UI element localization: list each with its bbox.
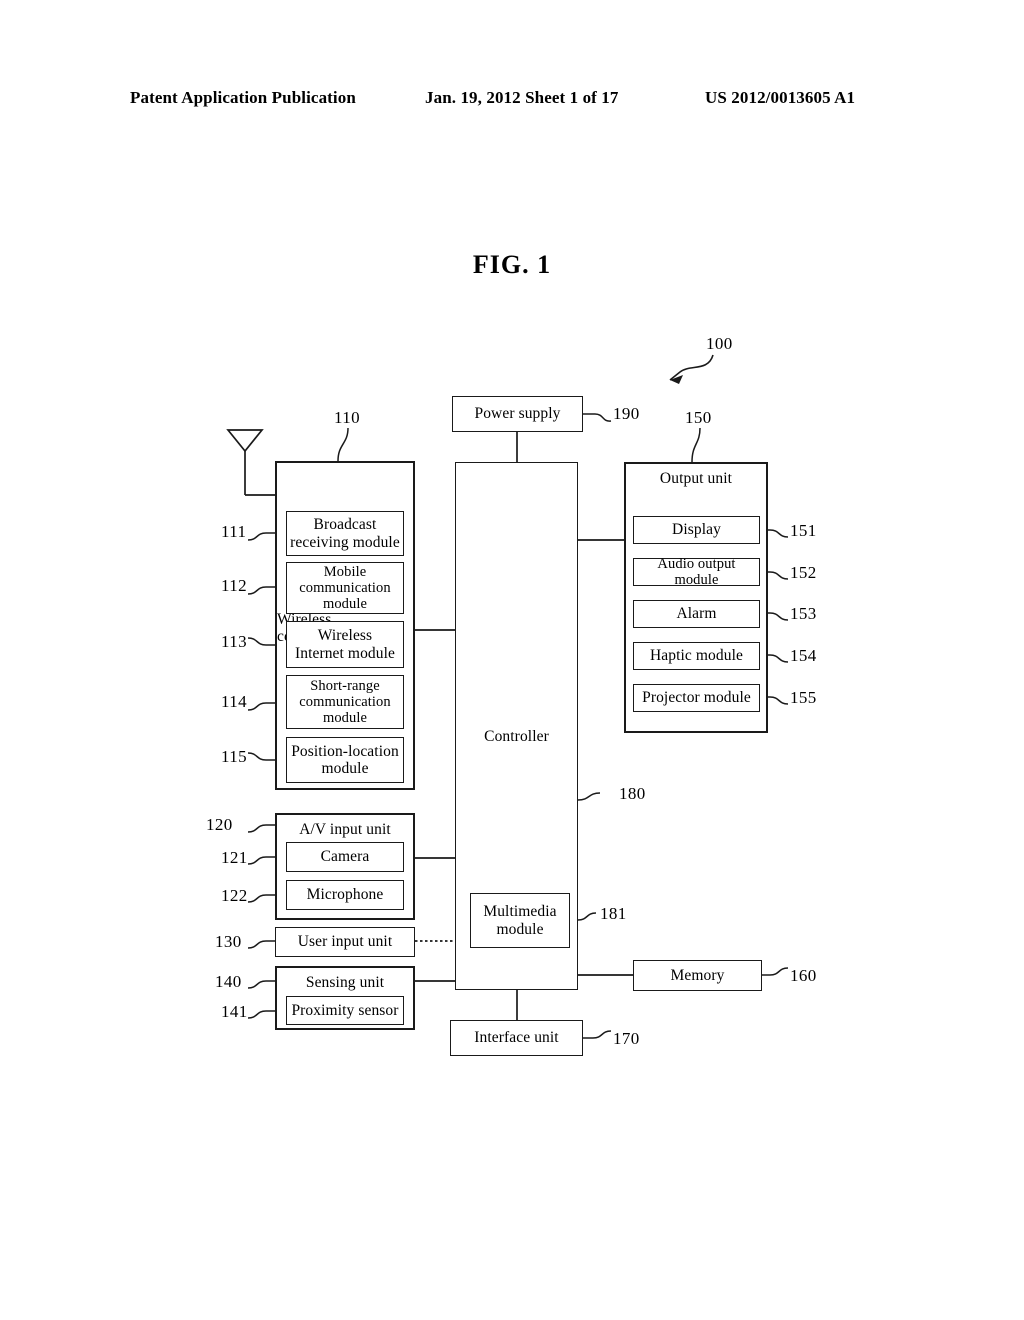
- av-input-unit-label: A/V input unit: [299, 821, 391, 838]
- block-alarm: Alarm: [633, 600, 760, 628]
- ref-140: 140: [215, 972, 242, 991]
- ref-121: 121: [221, 848, 248, 867]
- ref-153: 153: [790, 604, 817, 623]
- ref-113: 113: [221, 632, 248, 651]
- figure-diagram: 100 Power supply 190 Controller 180 Mult…: [0, 0, 1024, 1320]
- block-user-input-unit: User input unit: [275, 927, 415, 957]
- ref-181: 181: [600, 904, 627, 923]
- block-multimedia-module: Multimedia module: [470, 893, 570, 948]
- ref-130: 130: [215, 932, 242, 951]
- block-projector-module: Projector module: [633, 684, 760, 712]
- short-range-line3: module: [322, 710, 368, 727]
- block-mobile-communication-module: Mobile communication module: [286, 562, 404, 614]
- broadcast-module-line1: Broadcast: [313, 516, 377, 534]
- ref-190: 190: [613, 404, 640, 423]
- haptic-module-label: Haptic module: [650, 647, 743, 665]
- ref-122: 122: [221, 886, 248, 905]
- ref-141: 141: [221, 1002, 248, 1021]
- audio-output-module-label: Audio output module: [657, 555, 736, 588]
- short-range-line1: Short-range: [310, 677, 380, 694]
- position-location-line2: module: [321, 760, 369, 777]
- ref-112: 112: [221, 576, 248, 595]
- user-input-unit-label: User input unit: [297, 933, 393, 951]
- multimedia-module-label-line2: module: [496, 920, 544, 938]
- ref-120: 120: [206, 815, 233, 834]
- ref-152: 152: [790, 563, 817, 582]
- ref-154: 154: [790, 646, 817, 665]
- mobile-module-line2: communication: [299, 579, 391, 596]
- ref-160: 160: [790, 966, 817, 985]
- block-camera: Camera: [286, 842, 404, 872]
- ref-180: 180: [619, 784, 646, 803]
- block-broadcast-receiving-module: Broadcast receiving module: [286, 511, 404, 556]
- proximity-sensor-label: Proximity sensor: [291, 1001, 399, 1019]
- block-audio-output-module: Audio output module: [633, 555, 760, 588]
- antenna-icon: [226, 429, 264, 453]
- output-unit-label: Output unit: [659, 470, 733, 487]
- ref-115: 115: [221, 747, 248, 766]
- microphone-label: Microphone: [306, 886, 384, 904]
- multimedia-module-label-line1: Multimedia: [483, 903, 557, 921]
- block-power-supply: Power supply: [452, 396, 583, 432]
- alarm-label: Alarm: [676, 605, 717, 623]
- block-haptic-module: Haptic module: [633, 642, 760, 670]
- ref-170: 170: [613, 1029, 640, 1048]
- ref-100: 100: [706, 334, 733, 353]
- short-range-line2: communication: [299, 693, 391, 710]
- block-wireless-internet-module: Wireless Internet module: [286, 621, 404, 668]
- controller-label: Controller: [484, 728, 549, 745]
- block-short-range-communication-module: Short-range communication module: [286, 675, 404, 729]
- display-label: Display: [672, 521, 721, 539]
- camera-label: Camera: [320, 848, 370, 866]
- block-microphone: Microphone: [286, 880, 404, 910]
- block-memory: Memory: [633, 960, 762, 991]
- position-location-line1: Position-location: [291, 742, 399, 760]
- block-proximity-sensor: Proximity sensor: [286, 996, 404, 1025]
- ref-151: 151: [790, 521, 817, 540]
- block-interface-unit: Interface unit: [450, 1020, 583, 1056]
- ref-150: 150: [685, 408, 712, 427]
- interface-unit-label: Interface unit: [474, 1029, 559, 1047]
- block-position-location-module: Position-location module: [286, 737, 404, 783]
- projector-module-label: Projector module: [642, 689, 751, 707]
- sensing-unit-label: Sensing unit: [305, 974, 385, 991]
- memory-label: Memory: [670, 966, 725, 984]
- mobile-module-line1: Mobile: [323, 563, 367, 580]
- ref-155: 155: [790, 688, 817, 707]
- power-supply-label: Power supply: [474, 405, 561, 423]
- wireless-internet-line2: Internet module: [294, 644, 396, 662]
- broadcast-module-line2: receiving module: [290, 533, 400, 551]
- ref-111: 111: [221, 522, 247, 541]
- mobile-module-line3: module: [322, 596, 368, 613]
- wireless-internet-line1: Wireless: [317, 627, 373, 645]
- block-display: Display: [633, 516, 760, 544]
- ref-114: 114: [221, 692, 248, 711]
- ref-110: 110: [334, 408, 361, 427]
